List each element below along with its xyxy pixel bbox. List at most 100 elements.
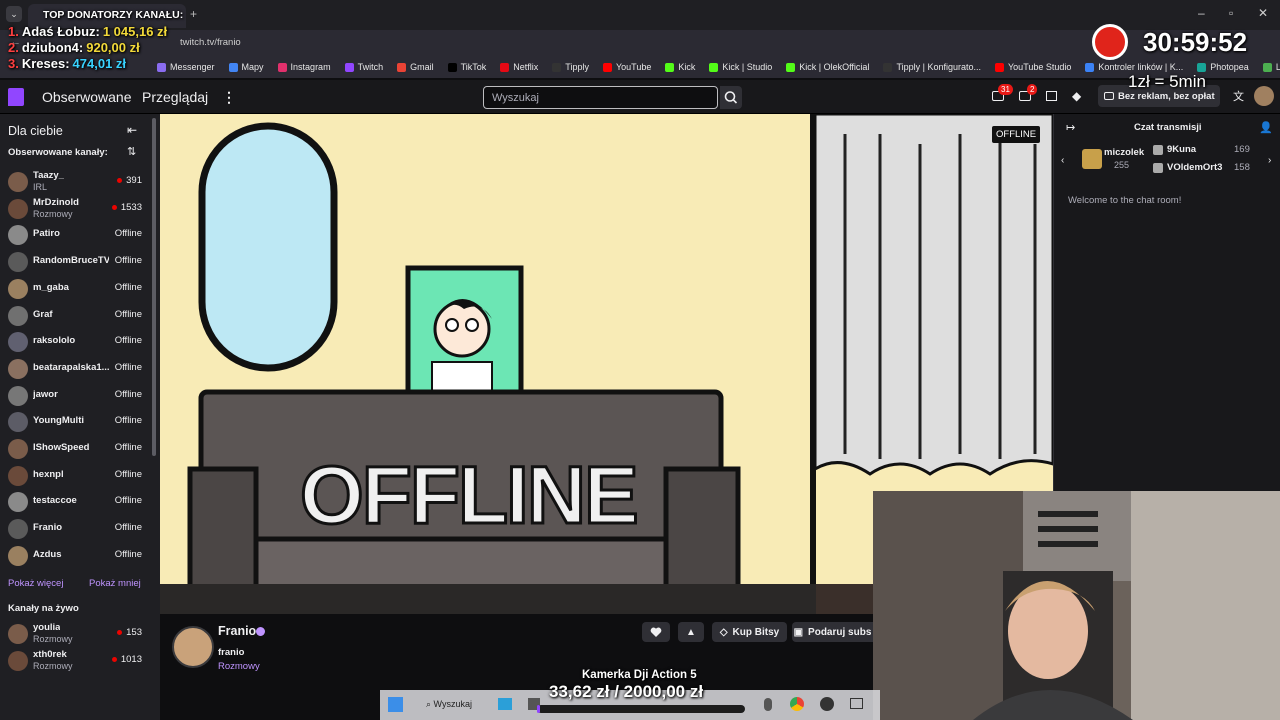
file-explorer-icon[interactable] bbox=[498, 698, 512, 710]
sidebar-channel-item[interactable]: Taazy_ IRL 391 bbox=[0, 169, 150, 195]
status-text: 1013 bbox=[120, 653, 142, 665]
leader-1-name[interactable]: 9Kuna bbox=[1167, 144, 1196, 155]
twitch-logo-icon[interactable] bbox=[8, 88, 24, 106]
obs-icon[interactable] bbox=[820, 697, 834, 711]
offline-status: Offline bbox=[115, 495, 142, 506]
mouse-icon[interactable] bbox=[764, 698, 772, 711]
channel-category: IRL bbox=[33, 182, 48, 192]
gifter-name[interactable]: miczolek bbox=[1104, 147, 1144, 158]
whispers-icon[interactable] bbox=[1046, 91, 1057, 101]
taskbar-search[interactable]: ⌕ Wyszukaj bbox=[426, 699, 472, 710]
sidebar-channel-item[interactable]: Franio Offline bbox=[0, 516, 150, 542]
bookmark-item[interactable]: YouTube Studio bbox=[988, 62, 1078, 72]
live-header: Kanały na żywo bbox=[8, 603, 79, 614]
donor-rank: 2. bbox=[8, 40, 19, 55]
channel-avatar[interactable] bbox=[172, 626, 214, 668]
more-options-icon[interactable]: ⋮ bbox=[222, 89, 236, 106]
channel-name: RandomBruceTV bbox=[33, 255, 109, 267]
bookmark-favicon-icon bbox=[552, 62, 562, 72]
channel-name[interactable]: Franio bbox=[218, 624, 256, 638]
minimize-icon[interactable]: – bbox=[1198, 6, 1205, 20]
start-icon[interactable] bbox=[388, 697, 403, 712]
follow-button[interactable] bbox=[642, 622, 670, 642]
sidebar-channel-item[interactable]: RandomBruceTV Offline bbox=[0, 249, 150, 275]
bookmark-item[interactable]: Kick | OlekOfficial bbox=[779, 62, 876, 72]
sidebar-channel-item[interactable]: Patiro Offline bbox=[0, 222, 150, 248]
gift-subs-button[interactable]: ▣ Podaruj subs bbox=[792, 622, 873, 642]
notify-button[interactable]: ▲ bbox=[678, 622, 704, 642]
collapse-sidebar-icon[interactable]: ⇤ bbox=[127, 123, 137, 137]
sidebar-scrollbar[interactable] bbox=[152, 118, 156, 456]
bookmark-item[interactable]: Photopea bbox=[1190, 62, 1256, 72]
buy-bits-button[interactable]: ◇ Kup Bitsy bbox=[712, 622, 787, 642]
sidebar-channel-item[interactable]: YoungMulti Offline bbox=[0, 409, 150, 435]
sidebar-channel-item[interactable]: IShowSpeed Offline bbox=[0, 436, 150, 462]
channel-avatar bbox=[8, 332, 28, 353]
offline-status: Offline bbox=[115, 549, 142, 560]
user-avatar[interactable] bbox=[1254, 86, 1274, 106]
address-bar[interactable]: ← twitch.tv/franio bbox=[0, 30, 1280, 56]
sidebar-channel-item[interactable]: Azdus Offline bbox=[0, 543, 150, 569]
status-text: Offline bbox=[114, 495, 142, 507]
channel-avatar bbox=[8, 198, 28, 219]
bookmark-item[interactable]: Mapy bbox=[222, 62, 271, 72]
close-icon[interactable]: ✕ bbox=[1258, 6, 1268, 20]
bookmark-favicon-icon bbox=[228, 62, 238, 72]
goal-current: 33,62 zł bbox=[549, 682, 610, 701]
channel-category[interactable]: Rozmowy bbox=[218, 661, 260, 672]
channel-name: jawor bbox=[33, 388, 58, 400]
sidebar-channel-item[interactable]: jawor Offline bbox=[0, 383, 150, 409]
status-text: Offline bbox=[114, 228, 142, 240]
channel-name: testaccoe bbox=[33, 495, 77, 507]
bits-icon[interactable]: ◆ bbox=[1072, 89, 1081, 103]
show-more-link[interactable]: Pokaż więcej bbox=[8, 578, 63, 589]
bookmark-item[interactable]: Netflix bbox=[493, 62, 545, 72]
sidebar-channel-item[interactable]: raksololo Offline bbox=[0, 329, 150, 355]
search-input[interactable]: Wyszukaj bbox=[483, 86, 718, 109]
chat-users-icon[interactable]: 👤 bbox=[1259, 121, 1273, 134]
bookmark-item[interactable]: Kick | Studio bbox=[702, 62, 779, 72]
maximize-icon[interactable]: ▫ bbox=[1229, 6, 1233, 20]
offline-status: Offline bbox=[115, 522, 142, 533]
bookmark-item[interactable]: TikTok bbox=[441, 62, 494, 72]
bookmark-label: Kick | OlekOfficial bbox=[799, 62, 870, 72]
bookmark-item[interactable]: Licznik Like bbox=[1256, 62, 1280, 72]
bookmark-item[interactable]: Gmail bbox=[390, 62, 441, 72]
chrome-icon[interactable] bbox=[790, 697, 804, 711]
channel-name: raksololo bbox=[33, 335, 76, 347]
bookmark-item[interactable]: Twitch bbox=[338, 62, 391, 72]
leaderboard-next-icon[interactable]: › bbox=[1268, 155, 1271, 166]
new-tab-button[interactable]: + bbox=[190, 7, 197, 21]
sidebar-channel-item[interactable]: beatarapalska1... Offline bbox=[0, 356, 150, 382]
bookmark-item[interactable]: Kick bbox=[658, 62, 702, 72]
sidebar-channel-item[interactable]: m_gaba Offline bbox=[0, 276, 150, 302]
language-icon[interactable]: 文 bbox=[1233, 88, 1244, 104]
sidebar-channel-item[interactable]: Graf Offline bbox=[0, 303, 150, 329]
bookmark-item[interactable]: Tipply | Konfigurato... bbox=[876, 62, 988, 72]
nav-following[interactable]: Obserwowane bbox=[42, 89, 132, 105]
sidebar-channel-item[interactable]: testaccoe Offline bbox=[0, 489, 150, 515]
browser-tab-bar: ⌄ + – ▫ ✕ bbox=[0, 0, 1280, 30]
sidebar-channel-item[interactable]: youlia Rozmowy 153 bbox=[0, 621, 150, 647]
donor-name: dziubon4: bbox=[21, 40, 84, 55]
offline-status: Offline bbox=[115, 228, 142, 239]
sidebar-channel-item[interactable]: MrDzinold Rozmowy 1533 bbox=[0, 196, 150, 222]
bookmark-item[interactable]: Instagram bbox=[271, 62, 338, 72]
bookmark-item[interactable]: Kontroler linków | K... bbox=[1078, 62, 1190, 72]
goal-amounts: 33,62 zł / 2000,00 zł bbox=[549, 682, 704, 701]
show-less-link[interactable]: Pokaż mniej bbox=[89, 578, 141, 589]
donor-amount: 474,01 zł bbox=[72, 56, 127, 71]
sort-icon[interactable]: ⇅ bbox=[127, 145, 136, 158]
leader-2-name[interactable]: VOldemOrt3 bbox=[1167, 162, 1222, 173]
bookmark-item[interactable]: Tipply bbox=[545, 62, 596, 72]
leaderboard-prev-icon[interactable]: ‹ bbox=[1061, 155, 1064, 166]
search-button[interactable] bbox=[720, 86, 742, 109]
nav-browse[interactable]: Przeglądaj bbox=[142, 89, 208, 105]
followed-header: Obserwowane kanały: bbox=[8, 147, 108, 158]
sidebar-channel-item[interactable]: hexnpl Offline bbox=[0, 463, 150, 489]
sidebar-channel-item[interactable]: xth0rek Rozmowy 1013 bbox=[0, 648, 150, 674]
ad-free-icon bbox=[1104, 92, 1114, 100]
window-icon[interactable] bbox=[850, 698, 863, 709]
collapse-chat-icon[interactable]: ↦ bbox=[1066, 121, 1075, 134]
bookmark-item[interactable]: YouTube bbox=[596, 62, 658, 72]
